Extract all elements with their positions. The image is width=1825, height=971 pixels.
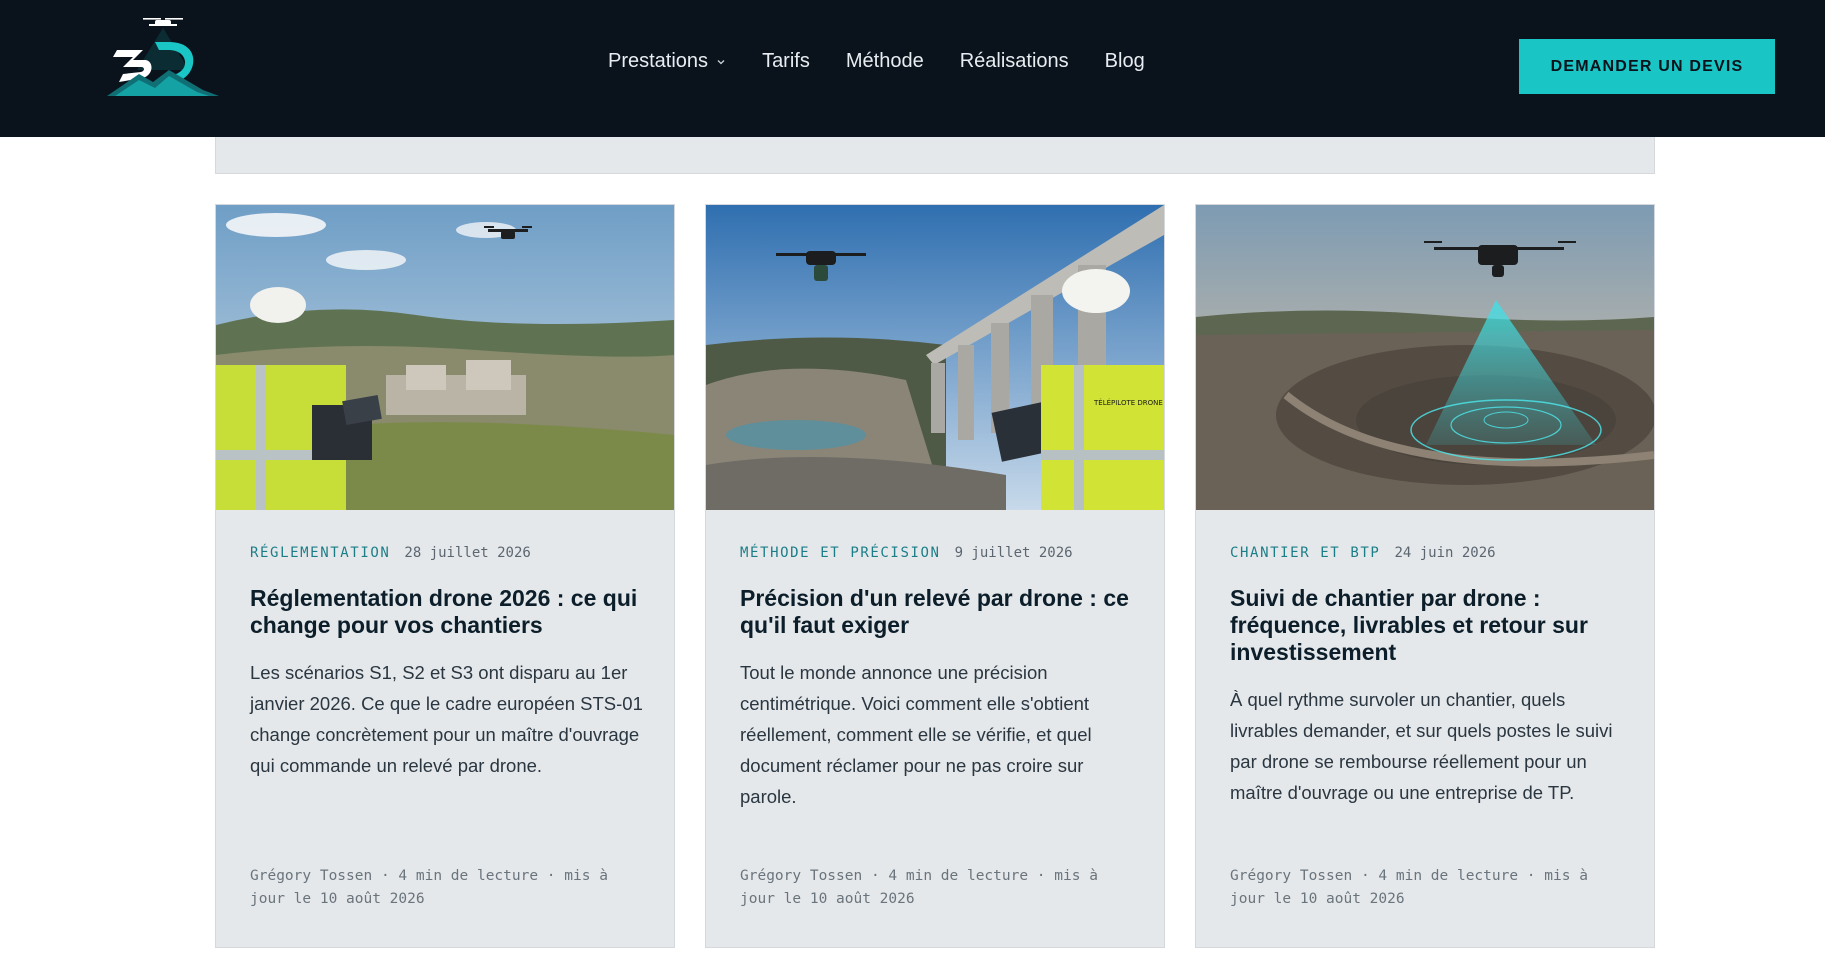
releve-3d-logo[interactable]	[93, 12, 233, 122]
nav-prestations-label: Prestations	[608, 50, 709, 72]
chevron-down-icon	[717, 59, 725, 64]
site-header: Prestations Tarifs Méthode Réalisations …	[0, 0, 1825, 137]
article-card[interactable]: CHANTIER ET BTP 24 juin 2026 Suivi de ch…	[1195, 204, 1655, 948]
article-excerpt: Tout le monde annonce une précision cent…	[740, 662, 1092, 807]
article-byline: Grégory Tossen · 4 min de lecture · mis …	[740, 868, 1098, 907]
nav-tarifs[interactable]: Tarifs	[762, 50, 810, 73]
nav-prestations[interactable]: Prestations	[608, 50, 726, 73]
article-meta: MÉTHODE ET PRÉCISION 9 juillet 2026	[740, 545, 1140, 561]
article-byline: Grégory Tossen · 4 min de lecture · mis …	[250, 868, 608, 907]
article-excerpt: À quel rythme survoler un chantier, quel…	[1230, 689, 1613, 803]
nav-blog[interactable]: Blog	[1105, 50, 1145, 73]
article-excerpt: Les scénarios S1, S2 et S3 ont disparu a…	[250, 662, 643, 776]
article-byline: Grégory Tossen · 4 min de lecture · mis …	[1230, 868, 1588, 907]
logo-mark-icon	[107, 18, 219, 96]
article-date: 28 juillet 2026	[404, 545, 531, 561]
article-title[interactable]: Réglementation drone 2026 : ce qui chang…	[250, 585, 640, 639]
article-card-body: RÉGLEMENTATION 28 juillet 2026 Réglement…	[250, 545, 650, 781]
request-quote-button[interactable]: DEMANDER UN DEVIS	[1519, 39, 1775, 94]
article-category[interactable]: RÉGLEMENTATION	[250, 545, 390, 561]
article-category[interactable]: MÉTHODE ET PRÉCISION	[740, 545, 941, 561]
article-title[interactable]: Suivi de chantier par drone : fréquence,…	[1230, 585, 1620, 666]
article-card-body: CHANTIER ET BTP 24 juin 2026 Suivi de ch…	[1230, 545, 1630, 808]
article-meta: RÉGLEMENTATION 28 juillet 2026	[250, 545, 650, 561]
svg-text:TÉLÉPILOTE DRONE SPÉCIALISÉ EN: TÉLÉPILOTE DRONE SPÉCIALISÉ EN PHOTOGRAM…	[1093, 398, 1164, 407]
article-image-construction-site[interactable]	[216, 205, 674, 510]
article-category[interactable]: CHANTIER ET BTP	[1230, 545, 1380, 561]
article-meta: CHANTIER ET BTP 24 juin 2026	[1230, 545, 1630, 561]
article-date: 24 juin 2026	[1394, 545, 1496, 561]
article-image-quarry-scan[interactable]	[1196, 205, 1654, 510]
article-date: 9 juillet 2026	[954, 545, 1073, 561]
article-title[interactable]: Précision d'un relevé par drone : ce qu'…	[740, 585, 1130, 639]
article-card[interactable]: RÉGLEMENTATION 28 juillet 2026 Réglement…	[215, 204, 675, 948]
nav-realisations[interactable]: Réalisations	[960, 50, 1069, 73]
filter-bar	[215, 137, 1655, 174]
nav-methode[interactable]: Méthode	[846, 50, 924, 73]
article-card-body: MÉTHODE ET PRÉCISION 9 juillet 2026 Préc…	[740, 545, 1140, 812]
article-grid: RÉGLEMENTATION 28 juillet 2026 Réglement…	[215, 204, 1655, 948]
article-image-bridge-survey[interactable]: TÉLÉPILOTE DRONE SPÉCIALISÉ EN PHOTOGRAM…	[706, 205, 1164, 510]
main-nav: Prestations Tarifs Méthode Réalisations …	[608, 50, 1145, 73]
article-card[interactable]: TÉLÉPILOTE DRONE SPÉCIALISÉ EN PHOTOGRAM…	[705, 204, 1165, 948]
